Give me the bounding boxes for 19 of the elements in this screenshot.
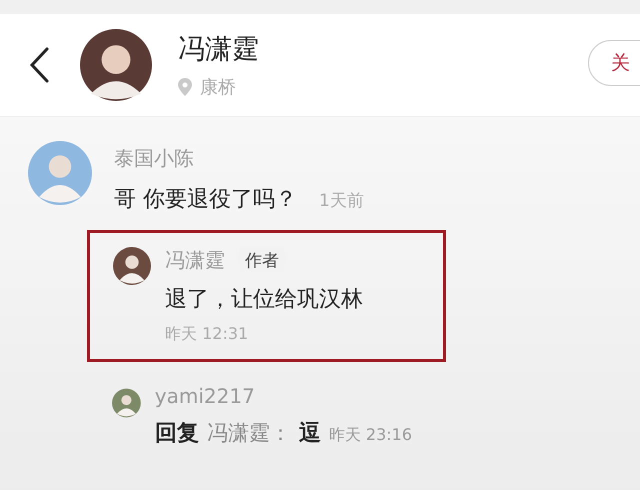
author-name: 冯潇霆 [165, 247, 225, 274]
location-pin-icon [178, 78, 192, 96]
comment-time: 1天前 [319, 190, 364, 212]
avatar-icon [28, 141, 92, 205]
user-name: 冯潇霆 [178, 33, 259, 67]
reply-text: 逗 [298, 420, 321, 448]
location-text: 康桥 [200, 76, 236, 99]
avatar-icon [113, 247, 151, 285]
author-name: yami2217 [154, 384, 255, 408]
reply-text: 退了，让位给巩汉林 [165, 286, 363, 314]
follow-button[interactable]: 关 [588, 40, 640, 86]
mentioned-user: 冯潇霆： [206, 420, 291, 447]
reply-time: 昨天 23:16 [328, 425, 412, 446]
avatar-icon [80, 29, 152, 101]
reply-time: 昨天 12:31 [165, 324, 250, 345]
reply-label: 回复 [154, 420, 199, 448]
author-name: 泰国小陈 [114, 145, 195, 172]
comment-text: 哥 你要退役了吗？ [114, 186, 297, 214]
back-icon[interactable] [28, 46, 50, 84]
